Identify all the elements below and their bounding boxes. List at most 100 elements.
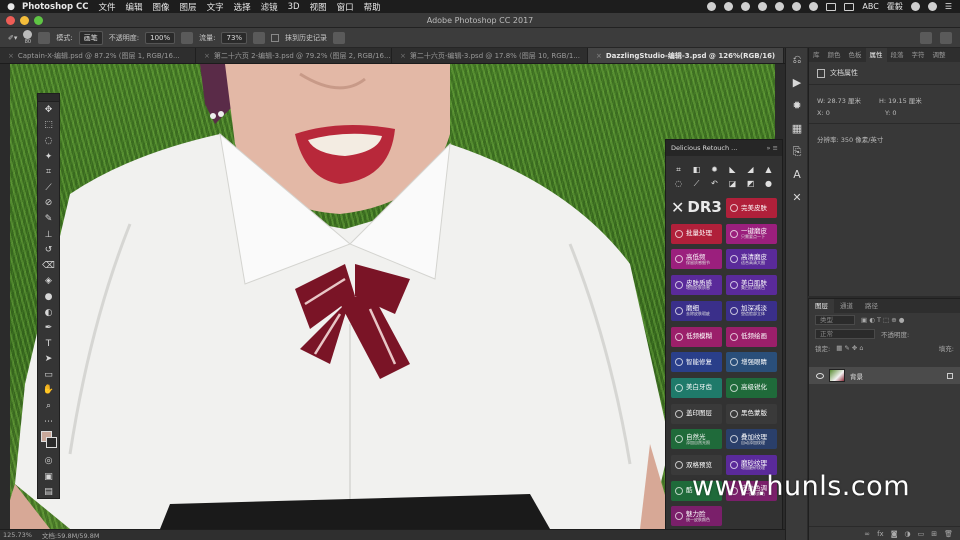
screen-mode-icon[interactable]: ▣ — [38, 469, 59, 485]
dr-button[interactable]: 自然光 添加自然光照 — [671, 429, 722, 450]
brush-panel-icon[interactable] — [38, 31, 51, 44]
stamp-tool-icon[interactable]: ⊥ — [38, 227, 59, 243]
document-size[interactable]: 文档:59.8M/59.8M — [42, 530, 100, 540]
tab-libraries[interactable]: 库 — [809, 48, 824, 62]
menu-edit[interactable]: 编辑 — [126, 1, 143, 13]
dr-button[interactable]: 高清磨皮 适合高清大图 — [726, 249, 777, 270]
close-tab-icon[interactable]: × — [400, 52, 406, 60]
fx-icon[interactable]: fx — [877, 530, 884, 538]
tab-adjustments[interactable]: 调整 — [929, 48, 950, 62]
airplay-icon[interactable] — [826, 2, 837, 11]
tab-paragraph[interactable]: 段落 — [887, 48, 908, 62]
dr-button[interactable]: 磨细 去除皮肤瑕疵 — [671, 300, 722, 321]
delete-layer-icon[interactable]: 🗑 — [944, 530, 953, 538]
status-icon[interactable] — [741, 2, 751, 11]
dr-button[interactable]: 高低频 保留质感细节 — [671, 249, 722, 270]
background-color[interactable] — [46, 437, 57, 449]
eyedropper-tool-icon[interactable]: ⟋ — [38, 180, 59, 196]
zoom-tool-icon[interactable]: ⌕ — [38, 398, 59, 414]
dr-fill-icon[interactable]: ◪ — [725, 178, 740, 189]
input-source[interactable]: ABC — [862, 2, 878, 11]
menu-image[interactable]: 图像 — [153, 1, 170, 13]
history-icon[interactable]: ⎌ — [786, 48, 808, 71]
apple-icon[interactable]: ● — [0, 2, 22, 12]
new-group-icon[interactable]: ▭ — [918, 530, 925, 538]
lock-icons[interactable]: ▦ ✎ ✥ ⌂ — [836, 344, 863, 352]
y-value[interactable]: Y: 0 — [885, 109, 897, 117]
document-tab-active[interactable]: × DazzlingStudio-编辑-3.psd @ 126%(RGB/16) — [588, 48, 784, 63]
battery-icon[interactable] — [844, 2, 855, 11]
history-brush-icon[interactable]: ↺ — [38, 242, 59, 258]
tab-character[interactable]: 字符 — [908, 48, 929, 62]
tools-crossed-icon[interactable]: ✕ — [786, 186, 808, 209]
dodge-tool-icon[interactable]: ◐ — [38, 305, 59, 321]
close-tab-icon[interactable]: × — [8, 52, 14, 60]
tab-layers[interactable]: 图层 — [809, 299, 834, 313]
dr-settings-icon[interactable]: ✹ — [707, 164, 722, 175]
dr-lasso-icon[interactable]: ◌ — [671, 178, 686, 189]
width-value[interactable]: W: 28.73 厘米 — [817, 95, 861, 105]
dr-button[interactable]: 智能修复 — [671, 352, 722, 373]
mode-select[interactable]: 画笔 — [78, 30, 103, 45]
dr-level-icon[interactable]: ◣ — [725, 164, 740, 175]
dr-button[interactable]: 高级锐化 — [726, 377, 777, 398]
adjustment-layer-icon[interactable]: ◑ — [905, 530, 911, 538]
blend-mode-select[interactable]: 正常 — [815, 329, 875, 339]
close-tab-icon[interactable]: × — [204, 52, 210, 60]
eraser-tool-icon[interactable]: ⌫ — [38, 258, 59, 274]
opacity-field[interactable]: 100% — [145, 31, 176, 44]
menu-filter[interactable]: 滤镜 — [261, 1, 278, 13]
document-tab[interactable]: × Captain-X-编辑.psd @ 87.2% (图层 1, RGB/16.… — [0, 48, 196, 63]
dr-button[interactable]: 低频模糊 — [671, 326, 722, 347]
dr-select-icon[interactable]: ⌗ — [671, 164, 686, 175]
dr-erase-icon[interactable]: ◩ — [743, 178, 758, 189]
tab-channels[interactable]: 通道 — [834, 299, 859, 313]
paths-icon[interactable]: ⎘ — [786, 140, 808, 163]
wifi-icon[interactable] — [809, 2, 819, 11]
notification-center-icon[interactable]: ☰ — [945, 2, 952, 11]
tab-paths[interactable]: 路径 — [859, 299, 884, 313]
add-mask-icon[interactable]: ◙ — [891, 530, 898, 538]
healing-brush-icon[interactable]: ⊘ — [38, 196, 59, 212]
menu-window[interactable]: 窗口 — [337, 1, 354, 13]
dr-globe-icon[interactable]: ● — [761, 178, 776, 189]
dr-button[interactable]: 加深减淡 塑造脸部立体 — [726, 300, 777, 321]
quick-mask-icon[interactable]: ◎ — [38, 453, 59, 469]
status-icon[interactable] — [758, 2, 768, 11]
visibility-eye-icon[interactable] — [816, 372, 824, 379]
user-name[interactable]: 霍毅 — [887, 1, 903, 12]
eraser-preset-icon[interactable]: ✐▾ — [8, 34, 17, 42]
move-tool-icon[interactable]: ✥ — [38, 102, 59, 118]
dr-mask-icon[interactable]: ◧ — [689, 164, 704, 175]
menu-type[interactable]: 文字 — [207, 1, 224, 13]
dr-button[interactable]: 叠加纹理 自动添加纹理 — [726, 429, 777, 450]
zoom-window-button[interactable] — [34, 16, 43, 25]
blur-tool-icon[interactable]: ● — [38, 289, 59, 305]
new-layer-icon[interactable]: ⊞ — [931, 530, 937, 538]
panel-grip[interactable] — [38, 94, 59, 102]
color-swatches[interactable] — [38, 429, 59, 453]
layer-kind-select[interactable]: 类型 — [815, 315, 855, 325]
dr-button[interactable]: 批量处理 — [671, 223, 722, 244]
artboard-icon[interactable]: ▤ — [38, 485, 59, 501]
workspace-icon[interactable] — [940, 31, 952, 44]
status-icon[interactable] — [724, 2, 734, 11]
crop-tool-icon[interactable]: ⌗ — [38, 164, 59, 180]
x-value[interactable]: X: 0 — [817, 109, 867, 117]
airbrush-icon[interactable] — [253, 31, 266, 44]
brush-preset-picker[interactable]: 80 — [23, 30, 33, 45]
dr-button[interactable]: 低频绘画 — [726, 326, 777, 347]
more-tools-icon[interactable]: ⋯ — [38, 414, 59, 430]
status-icon[interactable] — [707, 2, 717, 11]
tab-color[interactable]: 颜色 — [824, 48, 845, 62]
dr-hist-icon[interactable]: ▲ — [761, 164, 776, 175]
lock-icon[interactable] — [947, 372, 953, 379]
menu-layer[interactable]: 图层 — [180, 1, 197, 13]
actions-play-icon[interactable]: ▶ — [786, 71, 808, 94]
dr-brush-icon[interactable]: ⟋ — [689, 178, 704, 189]
document-tab[interactable]: × 第二十六页 2-编辑-3.psd @ 79.2% (图层 2, RGB/16.… — [196, 48, 392, 63]
document-canvas[interactable] — [10, 64, 775, 529]
paint-bucket-icon[interactable]: ◈ — [38, 274, 59, 290]
dr-button[interactable]: 美白牙齿 — [671, 377, 722, 398]
search-icon[interactable] — [910, 2, 920, 11]
